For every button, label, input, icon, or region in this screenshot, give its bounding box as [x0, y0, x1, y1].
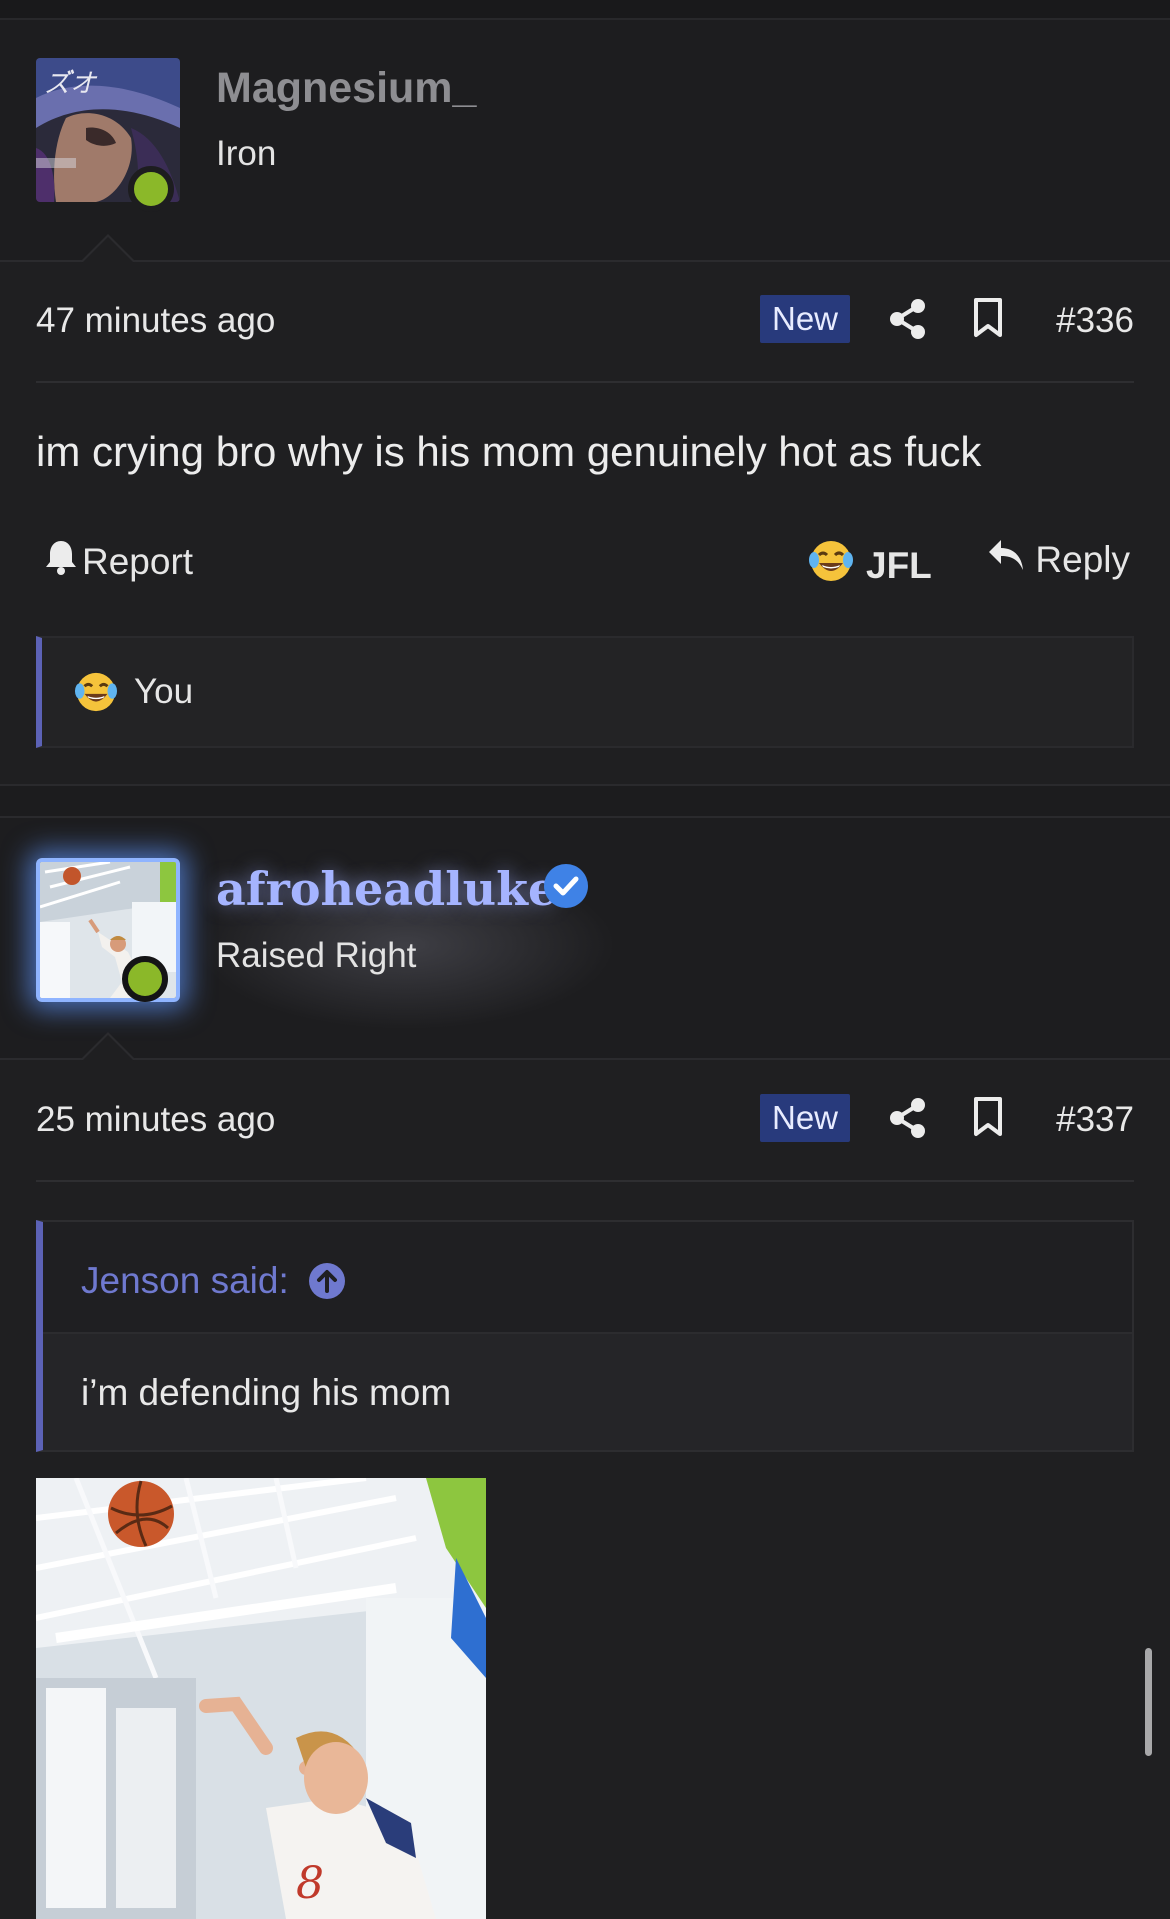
reply-arrow-icon — [987, 538, 1035, 581]
laughing-crying-emoji-icon — [74, 670, 118, 719]
post-image-basketball[interactable]: 8 — [36, 1478, 486, 1919]
jfl-reaction-button[interactable]: JFL — [808, 538, 932, 593]
quote-header: Jenson said: — [43, 1222, 1132, 1334]
quote-author: Jenson said: — [81, 1260, 289, 1301]
report-label: Report — [82, 540, 194, 582]
scrollbar[interactable] — [1145, 1648, 1152, 1756]
reply-label: Reply — [1035, 538, 1130, 580]
user-title: Iron — [216, 134, 277, 173]
post-336-meta-row: 47 minutes ago New #336 — [36, 263, 1134, 383]
post-336-user-header: ズ゙オ Magnesium_ Iron — [0, 20, 1170, 263]
bookmark-icon[interactable] — [972, 1096, 1004, 1143]
timestamp[interactable]: 47 minutes ago — [36, 301, 275, 341]
reactor-name: You — [134, 672, 194, 711]
laughing-crying-emoji-icon — [808, 538, 854, 593]
post-336-actions: Report JFL Reply — [36, 532, 1134, 592]
reply-button[interactable]: Reply — [987, 538, 1130, 581]
reactions-bar[interactable]: You — [36, 636, 1134, 748]
quote-block: Jenson said: i’m defending his mom — [36, 1220, 1134, 1452]
post-337-user-header: afroheadluke Raised Right — [0, 818, 1170, 1061]
thread-page: ズ゙オ Magnesium_ Iron 47 minutes ago New # — [0, 0, 1170, 1919]
header-pointer — [80, 1032, 136, 1061]
share-icon[interactable] — [888, 1096, 928, 1145]
username[interactable]: Magnesium_ — [216, 64, 476, 113]
post-message: im crying bro why is his mom genuinely h… — [36, 428, 982, 475]
post-separator — [0, 784, 1170, 818]
new-badge: New — [760, 295, 850, 343]
jfl-label: JFL — [866, 544, 932, 586]
verified-check-icon — [542, 862, 590, 915]
svg-text:ズ゙オ: ズ゙オ — [44, 69, 98, 99]
username[interactable]: afroheadluke — [216, 862, 557, 916]
quote-author-link[interactable]: Jenson said: — [81, 1260, 347, 1302]
post-number[interactable]: #336 — [1056, 301, 1134, 341]
arrow-up-circle-icon[interactable] — [307, 1261, 347, 1301]
bookmark-icon[interactable] — [972, 297, 1004, 344]
svg-text:8: 8 — [296, 1858, 324, 1909]
post-number[interactable]: #337 — [1056, 1100, 1134, 1140]
online-status-dot — [128, 166, 174, 212]
share-icon[interactable] — [888, 297, 928, 346]
header-pointer — [80, 234, 136, 263]
previous-post-edge — [0, 0, 1170, 20]
new-badge: New — [760, 1094, 850, 1142]
quote-text: i’m defending his mom — [81, 1372, 452, 1413]
user-title: Raised Right — [216, 936, 417, 975]
report-button[interactable]: Report — [44, 538, 193, 585]
post-337-meta-row: 25 minutes ago New #337 — [36, 1062, 1134, 1182]
online-status-dot — [122, 956, 168, 1002]
timestamp[interactable]: 25 minutes ago — [36, 1100, 275, 1140]
bell-icon — [44, 538, 82, 585]
